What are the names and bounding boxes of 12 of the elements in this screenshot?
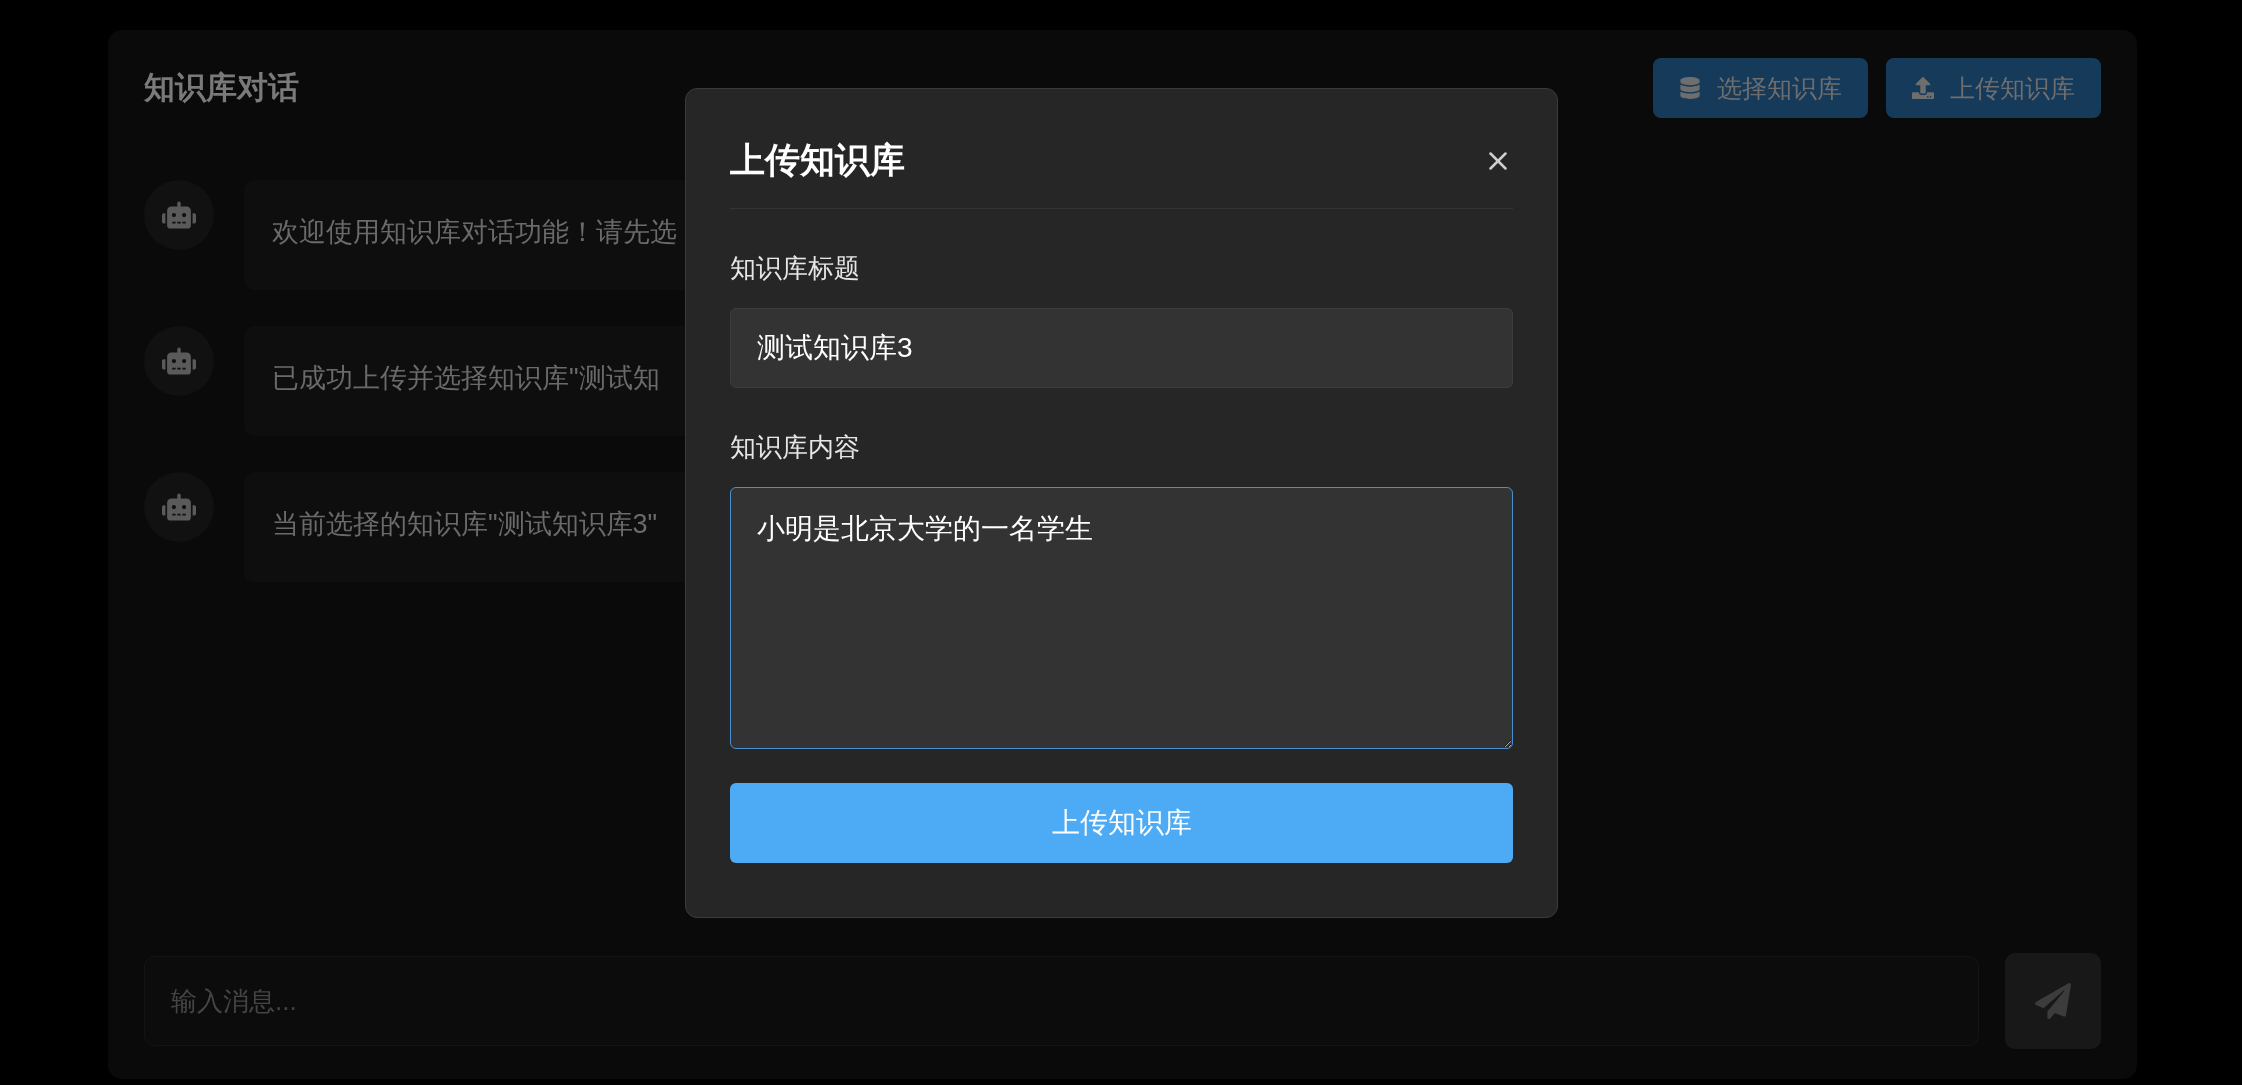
content-textarea[interactable]: 小明是北京大学的一名学生 [730, 487, 1513, 749]
title-input[interactable]: 测试知识库3 [730, 308, 1513, 388]
dialog-title: 上传知识库 [730, 139, 905, 181]
upload-icon [1912, 77, 1934, 99]
select-button[interactable]: 选择知识库 [1653, 58, 1868, 118]
send-icon [2035, 983, 2071, 1019]
submit-button[interactable]: 上传知识库 [730, 783, 1513, 863]
field-label: 知识库标题 [730, 252, 860, 285]
message-input[interactable]: 输入消息... [144, 956, 1979, 1046]
page-title: 知识库对话 [144, 69, 299, 107]
database-icon [1679, 77, 1701, 99]
upload-button[interactable]: 上传知识库 [1886, 58, 2101, 118]
